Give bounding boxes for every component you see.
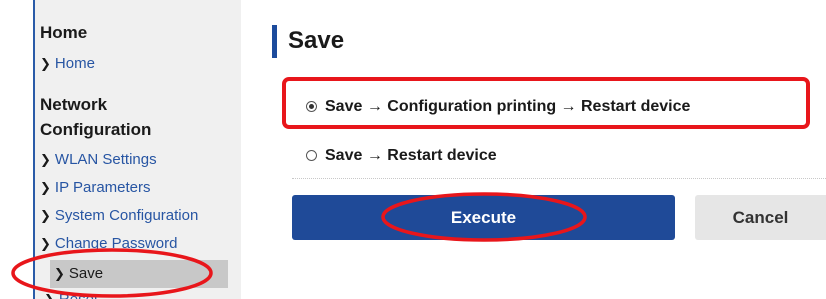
sidebar-item-label: IP Parameters — [54, 179, 151, 196]
sidebar-item-label: System Configuration — [54, 207, 199, 224]
chevron-right-icon: ❯ — [40, 56, 51, 71]
sidebar-item-save[interactable]: ❯ Save — [50, 260, 228, 288]
sidebar-heading-configuration: Configuration — [40, 120, 152, 139]
sidebar-item-change-password[interactable]: ❯ Change Password — [40, 234, 177, 254]
radio-checked-icon[interactable] — [306, 101, 317, 112]
sidebar-heading-network: Network — [40, 95, 108, 114]
option-label: Save → Configuration printing → Restart … — [325, 98, 691, 115]
option-save-restart[interactable]: Save → Restart device — [306, 146, 497, 166]
chevron-right-icon: ❯ — [44, 290, 55, 299]
option-save-print-restart[interactable]: Save → Configuration printing → Restart … — [306, 97, 690, 117]
sidebar-item-label: WLAN Settings — [54, 151, 157, 168]
chevron-right-icon: ❯ — [40, 208, 51, 223]
chevron-right-icon: ❯ — [40, 152, 51, 167]
sidebar-item-wlan-settings[interactable]: ❯ WLAN Settings — [40, 150, 157, 170]
chevron-right-icon: ❯ — [40, 180, 51, 195]
divider — [292, 178, 826, 179]
sidebar-item-label: Change Password — [54, 235, 178, 252]
sidebar-item-system-configuration[interactable]: ❯ System Configuration — [40, 206, 198, 226]
sidebar-item-home[interactable]: ❯ Home — [40, 54, 95, 74]
chevron-right-icon: ❯ — [40, 236, 51, 251]
option-label: Save → Restart device — [325, 147, 497, 164]
sidebar-item-label: Save — [68, 265, 104, 282]
sidebar-item-ip-parameters[interactable]: ❯ IP Parameters — [40, 178, 151, 198]
chevron-right-icon: ❯ — [54, 266, 65, 281]
page: Home ❯ Home Network Configuration ❯ WLAN S… — [0, 0, 826, 299]
sidebar-item-label: Home — [54, 55, 95, 72]
sidebar-item-reset[interactable]: ❯ Reset — [44, 290, 98, 299]
sidebar-item-label: Reset — [59, 291, 98, 299]
execute-button[interactable]: Execute — [292, 195, 675, 240]
cancel-button[interactable]: Cancel — [695, 195, 826, 240]
sidebar-edge — [33, 0, 35, 299]
sidebar-heading-home: Home — [40, 23, 88, 42]
page-title: Save — [288, 27, 345, 54]
title-accent-bar — [272, 25, 277, 58]
radio-unchecked-icon[interactable] — [306, 150, 317, 161]
